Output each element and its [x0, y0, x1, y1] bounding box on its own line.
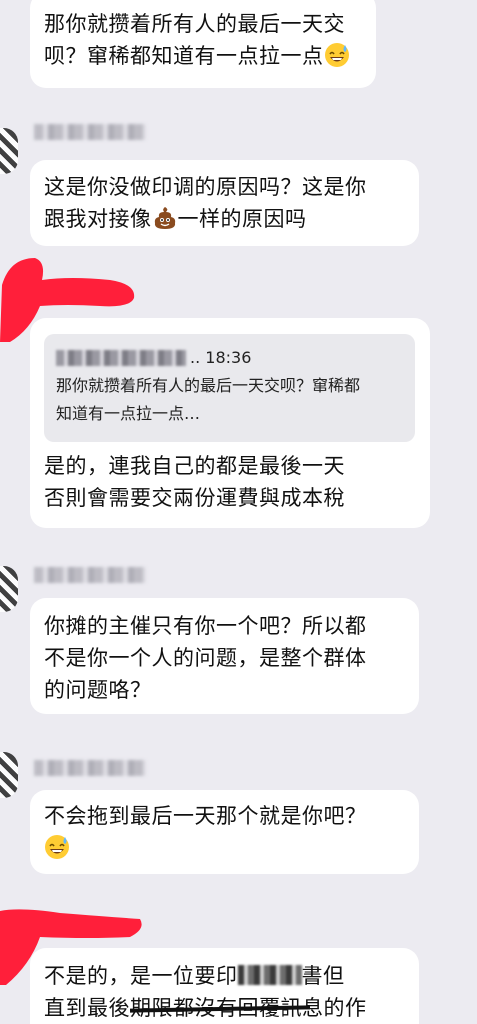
message-line: 不是的，是一位要印 書但 — [44, 964, 345, 988]
message-line: 这是你没做印调的原因吗？这是你 — [44, 175, 367, 199]
poop-emoji-icon — [154, 207, 175, 229]
message-bubble[interactable]: 不会拖到最后一天那个就是你吧？ — [30, 790, 419, 874]
redacted-text — [237, 965, 302, 985]
grinning-sweat-emoji-icon — [324, 43, 349, 67]
quoted-message[interactable]: .. 18:36 那你就攒着所有人的最后一天交呗？窜稀都 知道有一点拉一点… — [44, 334, 415, 442]
grinning-sweat-emoji-icon — [45, 835, 69, 859]
message-line: 不会拖到最后一天那个就是你吧？ — [44, 804, 367, 828]
quote-header: .. 18:36 — [56, 344, 403, 372]
chat-view[interactable]: 那你就攒着所有人的最后一天交 呗？窜稀都知道有一点拉一点 这是你没做印调的原因吗… — [0, 0, 477, 1024]
message-bubble[interactable]: 不是的，是一位要印書但 直到最後期限都沒有回覆訊息的作 — [30, 948, 419, 1024]
message-line: 否則會需要交兩份運費與成本稅 — [44, 486, 345, 510]
message-line: 不是你一个人的问题，是整个群体 — [44, 646, 367, 670]
message-bubble[interactable]: 这是你没做印调的原因吗？这是你 跟我对接像 一样的原因吗 — [30, 160, 419, 246]
quote-text: 那你就攒着所有人的最后一天交呗？窜稀都 — [56, 376, 361, 395]
message-bubble[interactable]: 那你就攒着所有人的最后一天交 呗？窜稀都知道有一点拉一点 — [30, 0, 376, 88]
sender-name-redacted — [34, 124, 146, 140]
quote-sender-redacted — [56, 350, 186, 366]
quote-text: 知道有一点拉一点… — [56, 404, 201, 423]
message-bubble[interactable]: 你摊的主催只有你一个吧？所以都 不是你一个人的问题，是整个群体 的问题咯？ — [30, 598, 419, 714]
message-line: 你摊的主催只有你一个吧？所以都 — [44, 614, 367, 638]
sender-name-redacted — [34, 760, 146, 776]
avatar[interactable] — [0, 566, 18, 612]
message-line: 的问题咯？ — [44, 678, 152, 702]
quote-timestamp: .. 18:36 — [190, 348, 252, 367]
message-line: 直到最後期限都沒有回覆訊息的作 — [44, 992, 405, 1024]
message-line — [44, 832, 405, 864]
message-line: 跟我对接像 一样的原因吗 — [44, 207, 307, 231]
avatar[interactable] — [0, 128, 18, 174]
message-line: 那你就攒着所有人的最后一天交 — [44, 12, 345, 36]
message-line: 呗？窜稀都知道有一点拉一点 — [44, 40, 362, 72]
message-line: 是的，連我自己的都是最後一天 — [44, 454, 345, 478]
avatar[interactable] — [0, 752, 18, 798]
sender-name-redacted — [34, 567, 146, 583]
